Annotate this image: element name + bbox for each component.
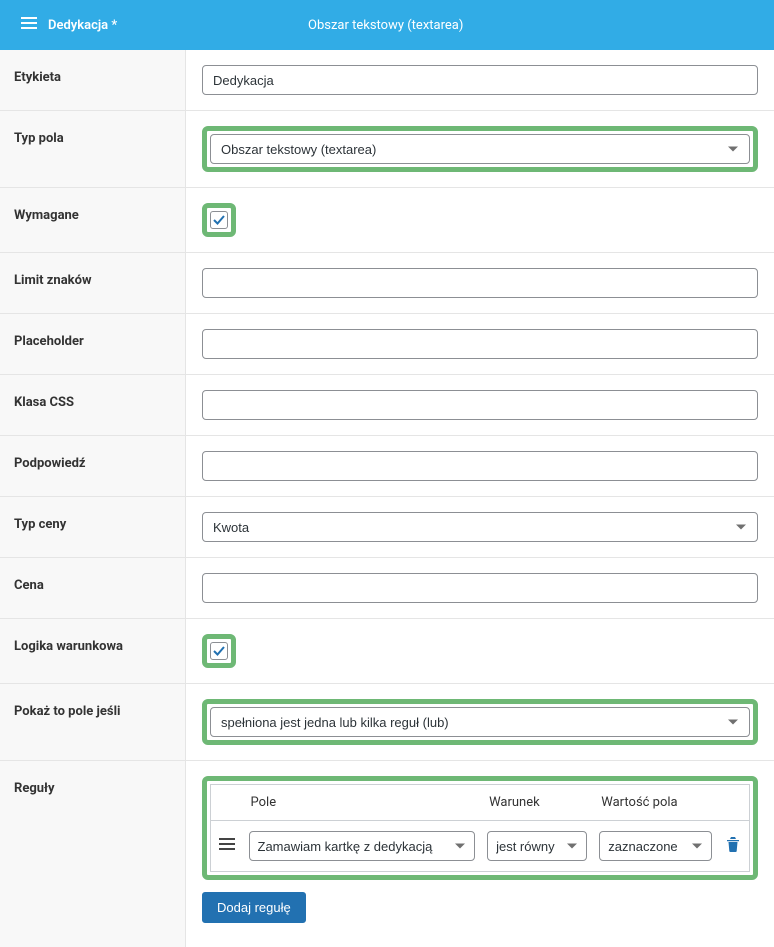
dodaj-regule-button[interactable]: Dodaj regułę — [202, 892, 306, 923]
pokaz-to-pole-select[interactable]: spełniona jest jedna lub kilka reguł (lu… — [210, 707, 750, 737]
label-wymagane: Wymagane — [0, 188, 186, 252]
typ-pola-select[interactable]: Obszar tekstowy (textarea) — [210, 134, 750, 164]
table-row: Zamawiam kartkę z dedykacją jest równy z… — [211, 821, 750, 872]
label-cena: Cena — [0, 558, 186, 618]
label-klasa-css: Klasa CSS — [0, 375, 186, 435]
highlight-logika — [202, 634, 236, 668]
label-reguly: Reguły — [0, 761, 186, 947]
label-typ-pola: Typ pola — [0, 111, 186, 187]
trash-icon[interactable] — [725, 836, 741, 852]
header-title: Dedykacja * — [48, 18, 308, 33]
label-placeholder: Placeholder — [0, 314, 186, 374]
label-logika-warunkowa: Logika warunkowa — [0, 619, 186, 683]
label-limit-znakow: Limit znaków — [0, 253, 186, 313]
hamburger-icon[interactable] — [20, 14, 48, 36]
wymagane-checkbox[interactable] — [210, 211, 228, 229]
header-type: Obszar tekstowy (textarea) — [308, 18, 754, 33]
drag-handle-icon[interactable] — [218, 835, 236, 853]
th-warunek: Warunek — [481, 785, 593, 821]
label-podpowiedz: Podpowiedź — [0, 436, 186, 496]
rule-warunek-select[interactable]: jest równy — [487, 831, 587, 861]
field-header: Dedykacja * Obszar tekstowy (textarea) — [0, 0, 774, 50]
label-pokaz-to-pole: Pokaż to pole jeśli — [0, 684, 186, 760]
highlight-typ-pola: Obszar tekstowy (textarea) — [202, 126, 758, 172]
highlight-wymagane — [202, 203, 236, 237]
label-etykieta: Etykieta — [0, 50, 186, 110]
th-wartosc: Wartość pola — [593, 785, 717, 821]
label-typ-ceny: Typ ceny — [0, 497, 186, 557]
cena-input[interactable] — [202, 573, 758, 603]
rules-table: Pole Warunek Wartość pola — [210, 784, 750, 872]
rule-pole-select[interactable]: Zamawiam kartkę z dedykacją — [249, 831, 476, 861]
limit-znakow-input[interactable] — [202, 268, 758, 298]
th-pole: Pole — [243, 785, 482, 821]
placeholder-input[interactable] — [202, 329, 758, 359]
klasa-css-input[interactable] — [202, 390, 758, 420]
podpowiedz-input[interactable] — [202, 451, 758, 481]
highlight-reguly: Pole Warunek Wartość pola — [202, 776, 758, 880]
highlight-pokaz: spełniona jest jedna lub kilka reguł (lu… — [202, 699, 758, 745]
etykieta-input[interactable] — [202, 65, 758, 95]
logika-warunkowa-checkbox[interactable] — [210, 642, 228, 660]
typ-ceny-select[interactable]: Kwota — [202, 512, 758, 542]
rule-wartosc-select[interactable]: zaznaczone — [599, 831, 711, 861]
